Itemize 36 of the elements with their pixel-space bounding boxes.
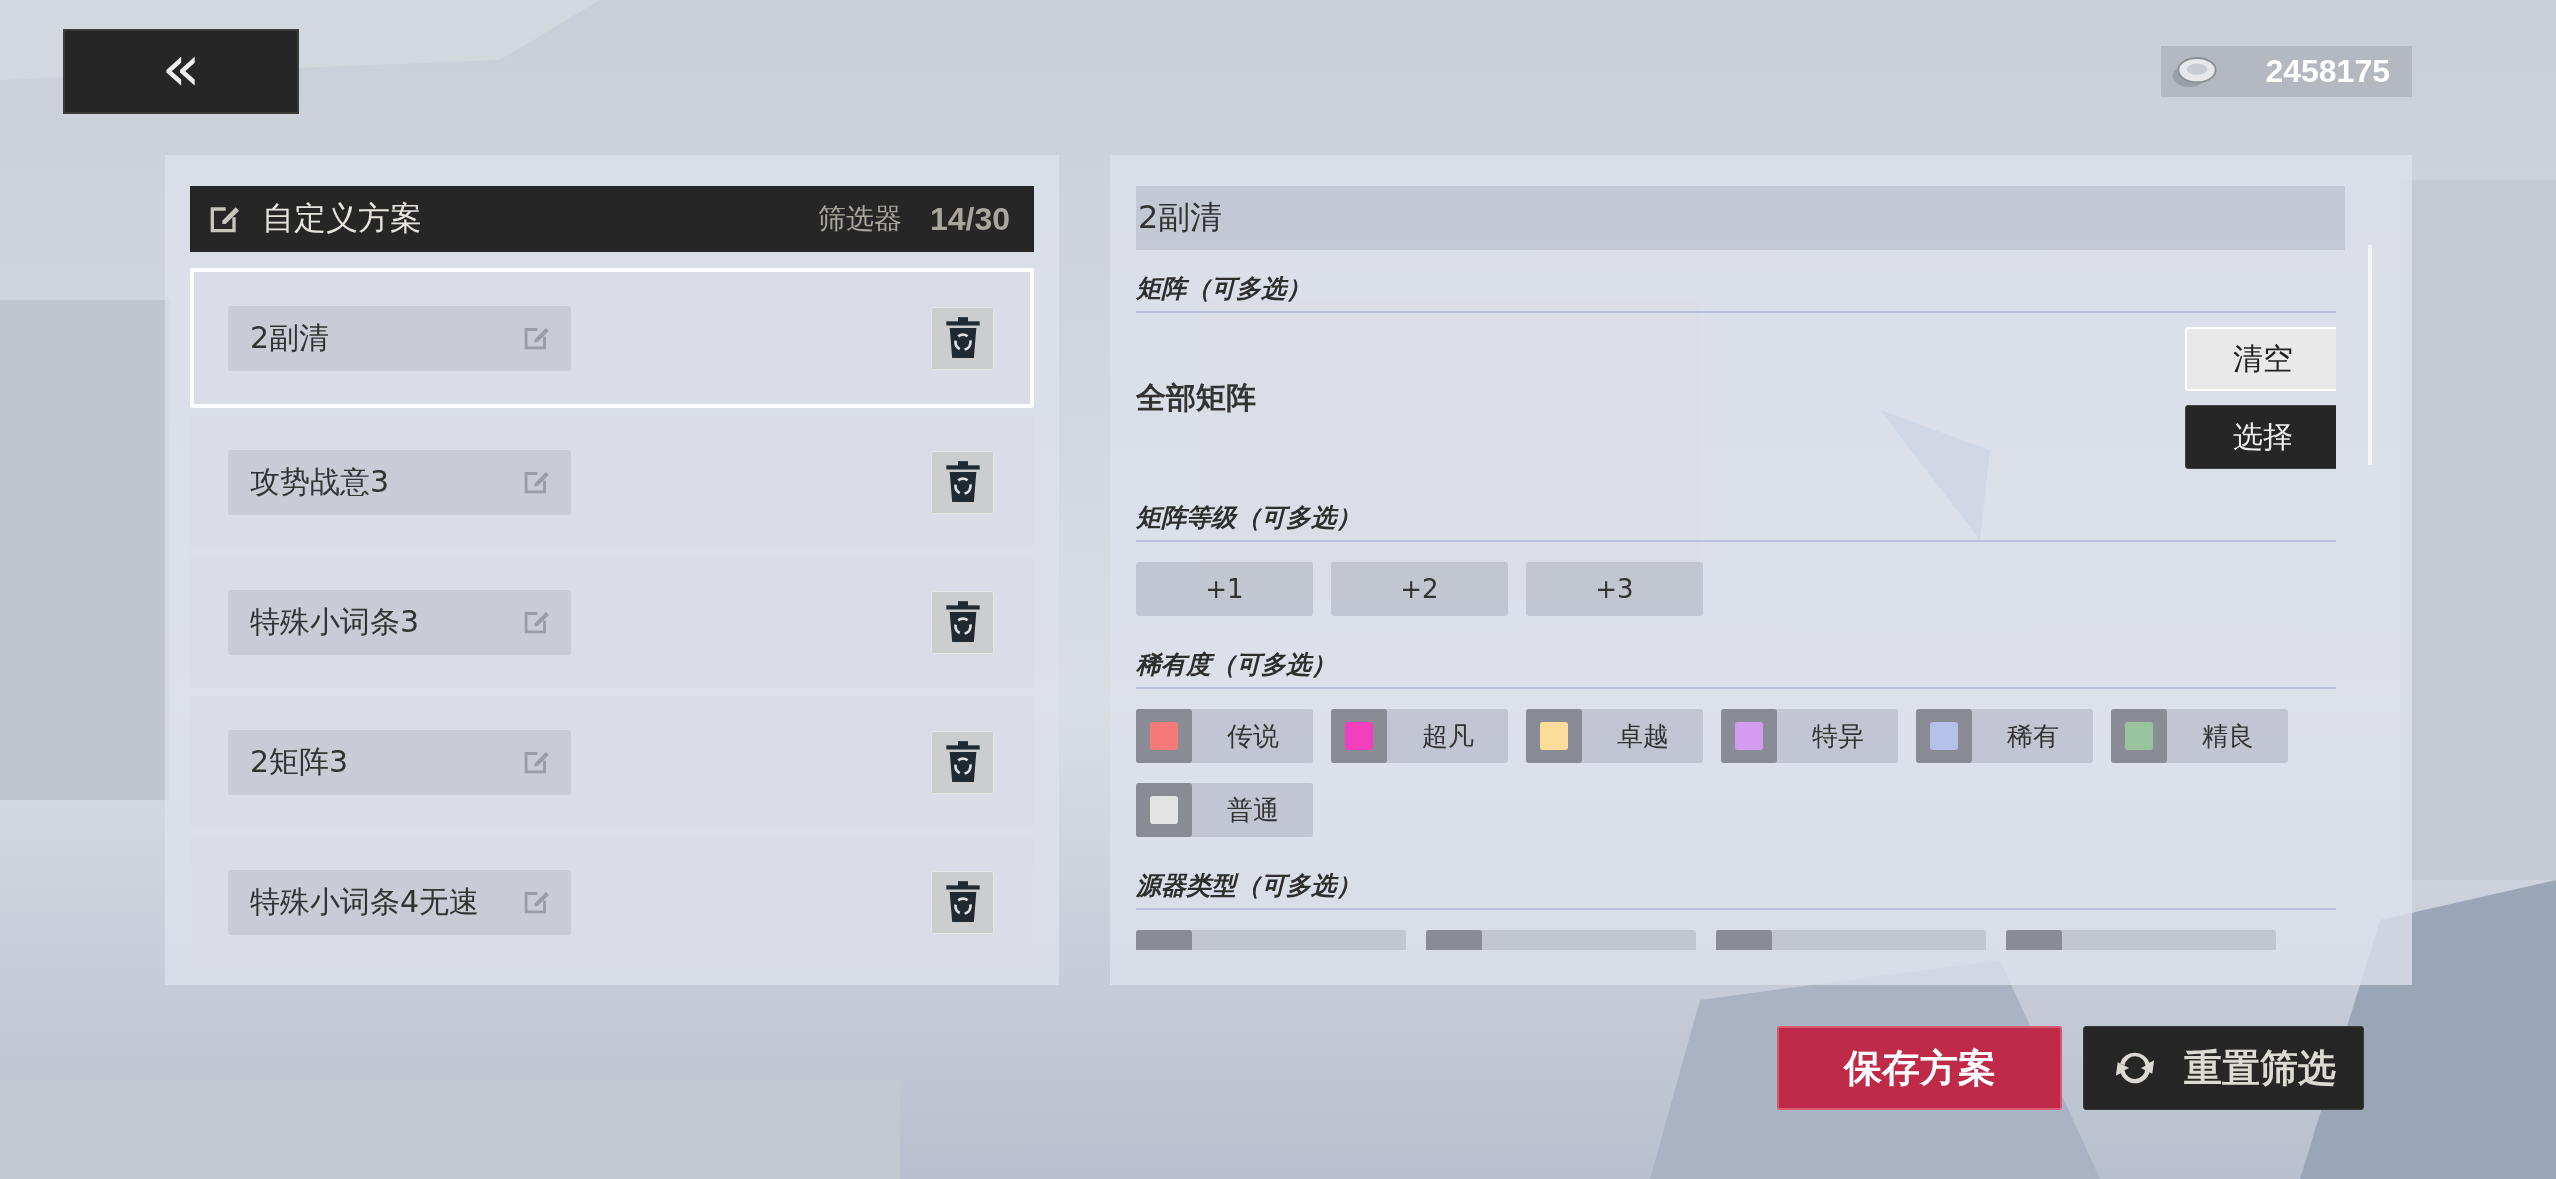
level-chip[interactable]: +3	[1526, 562, 1703, 616]
rarity-chip[interactable]: 特异	[1721, 709, 1898, 763]
scheme-name-field[interactable]: 2副清	[228, 305, 571, 371]
section-heading: 矩阵（可多选）	[1136, 250, 2336, 313]
filter-label: 筛选器	[817, 201, 902, 237]
rarity-chip[interactable]: 精良	[2111, 709, 2288, 763]
section-heading: 稀有度（可多选）	[1136, 626, 2336, 689]
rarity-chip[interactable]: 普通	[1136, 783, 1313, 837]
delete-button[interactable]	[931, 730, 994, 794]
currency-amount: 2458175	[2265, 53, 2390, 90]
matrix-value: 全部矩阵	[1136, 378, 1256, 417]
delete-button[interactable]	[931, 450, 994, 514]
rarity-chip[interactable]: 卓越	[1526, 709, 1703, 763]
scheme-name-field[interactable]: 特殊小词条4无速	[228, 869, 571, 935]
scheme-name-field[interactable]: 特殊小词条3	[228, 589, 571, 655]
back-button[interactable]: «	[63, 29, 299, 114]
panel-title: 自定义方案	[262, 198, 422, 239]
delete-button[interactable]	[931, 590, 994, 654]
scheme-item[interactable]: 2副清	[190, 268, 1034, 408]
filter-count: 14/30	[929, 200, 1010, 238]
level-chip[interactable]: +2	[1331, 562, 1508, 616]
delete-button[interactable]	[931, 870, 994, 934]
level-chip[interactable]: +1	[1136, 562, 1313, 616]
rarity-chip[interactable]: 稀有	[1916, 709, 2093, 763]
reset-button[interactable]: 重置筛选	[2083, 1026, 2364, 1110]
scheme-name-field[interactable]: 2矩阵3	[228, 729, 571, 795]
delete-button[interactable]	[931, 306, 994, 370]
rarity-chip[interactable]: 传说	[1136, 709, 1313, 763]
scheme-title: 2副清	[1137, 197, 1223, 238]
select-button[interactable]: 选择	[2185, 405, 2336, 469]
section-heading: 源器类型（可多选）	[1136, 847, 2336, 910]
scheme-name-field[interactable]: 攻势战意3	[228, 449, 571, 515]
save-button[interactable]: 保存方案	[1777, 1026, 2062, 1110]
clear-button[interactable]: 清空	[2185, 327, 2336, 391]
rarity-chip[interactable]: 超凡	[1331, 709, 1508, 763]
section-heading: 矩阵等级（可多选）	[1136, 479, 2336, 542]
